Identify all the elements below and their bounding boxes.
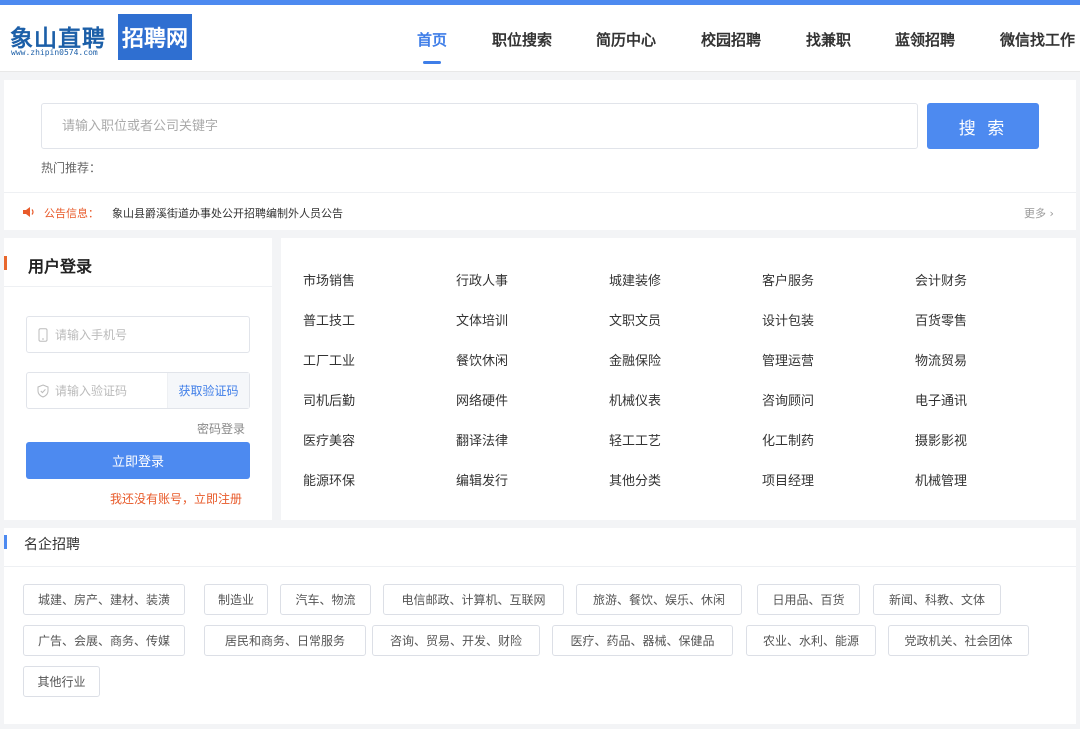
nav-part-time[interactable]: 找兼职: [806, 29, 851, 50]
login-button[interactable]: 立即登录: [26, 442, 250, 479]
code-input[interactable]: [55, 373, 185, 408]
logo-url: www.zhipin0574.com: [11, 48, 98, 57]
industry-tag[interactable]: 医疗、药品、器械、保健品: [552, 625, 733, 656]
shield-icon: [37, 384, 49, 398]
job-category-item[interactable]: 咨询顾问: [762, 390, 814, 409]
search-button[interactable]: 搜 索: [927, 103, 1039, 149]
job-category-item[interactable]: 城建装修: [609, 270, 661, 289]
job-category-item[interactable]: 项目经理: [762, 470, 814, 489]
company-section: 名企招聘 城建、房产、建材、装潢 制造业 汽车、物流 电信邮政、计算机、互联网 旅游、餐…: [4, 528, 1076, 724]
industry-tag[interactable]: 党政机关、社会团体: [888, 625, 1029, 656]
job-category-item[interactable]: 医疗美容: [303, 430, 355, 449]
industry-tag[interactable]: 农业、水利、能源: [746, 625, 876, 656]
industry-tag[interactable]: 制造业: [204, 584, 268, 615]
nav-wechat-jobs[interactable]: 微信找工作: [1000, 29, 1075, 50]
job-category-item[interactable]: 金融保险: [609, 350, 661, 369]
job-category-item[interactable]: 普工技工: [303, 310, 355, 329]
job-category-panel: 市场销售 行政人事 城建装修 客户服务 会计财务普工技工 文体培训 文职文员 设计包装 百货零售…: [281, 238, 1076, 520]
job-category-item[interactable]: 市场销售: [303, 270, 355, 289]
hot-recommend-label: 热门推荐：: [41, 161, 102, 175]
password-login-link[interactable]: 密码登录: [197, 420, 245, 437]
job-category-item[interactable]: 行政人事: [456, 270, 508, 289]
job-category-item[interactable]: 物流贸易: [915, 350, 967, 369]
search-input[interactable]: [41, 103, 918, 149]
job-category-item[interactable]: 其他分类: [609, 470, 661, 489]
get-code-button[interactable]: 获取验证码: [167, 373, 249, 408]
job-category-item[interactable]: 能源环保: [303, 470, 355, 489]
job-category-item[interactable]: 设计包装: [762, 310, 814, 329]
job-category-item[interactable]: 管理运营: [762, 350, 814, 369]
job-category-item[interactable]: 化工制药: [762, 430, 814, 449]
site-header: 象山直聘 www.zhipin0574.com 招聘网 首页 职位搜索 简历中心…: [0, 5, 1080, 72]
industry-tag[interactable]: 旅游、餐饮、娱乐、休闲: [576, 584, 742, 615]
job-category-item[interactable]: 百货零售: [915, 310, 967, 329]
job-category-item[interactable]: 摄影影视: [915, 430, 967, 449]
job-category-item[interactable]: 客户服务: [762, 270, 814, 289]
job-category-item[interactable]: 文职文员: [609, 310, 661, 329]
job-category-item[interactable]: 机械仪表: [609, 390, 661, 409]
phone-field[interactable]: [26, 316, 250, 353]
phone-input[interactable]: [55, 317, 185, 352]
login-title: 用户登录: [28, 257, 93, 276]
job-category-item[interactable]: 翻译法律: [456, 430, 508, 449]
nav-resume-center[interactable]: 简历中心: [596, 29, 656, 50]
industry-tag[interactable]: 新闻、科教、文体: [873, 584, 1001, 615]
job-category-item[interactable]: 编辑发行: [456, 470, 508, 489]
phone-icon: [38, 328, 48, 342]
more-link[interactable]: 更多 ›: [1024, 205, 1054, 221]
login-panel: 用户登录 获取验证码 密码登录 立即登录 我还没有账号，立即注册: [4, 238, 272, 520]
nav-active-indicator: [423, 61, 441, 64]
logo-box: 招聘网: [118, 14, 192, 60]
industry-tag[interactable]: 居民和商务、日常服务: [204, 625, 366, 656]
site-logo[interactable]: 象山直聘 www.zhipin0574.com 招聘网: [10, 14, 192, 62]
job-category-item[interactable]: 电子通讯: [915, 390, 967, 409]
job-category-item[interactable]: 餐饮休闲: [456, 350, 508, 369]
job-category-item[interactable]: 工厂工业: [303, 350, 355, 369]
nav-blue-collar[interactable]: 蓝领招聘: [895, 29, 955, 50]
industry-tag[interactable]: 广告、会展、商务、传媒: [23, 625, 185, 656]
nav-job-search[interactable]: 职位搜索: [492, 29, 552, 50]
company-title: 名企招聘: [24, 537, 80, 553]
search-divider: [4, 192, 1076, 193]
job-category-item[interactable]: 网络硬件: [456, 390, 508, 409]
industry-tag[interactable]: 汽车、物流: [280, 584, 371, 615]
register-link[interactable]: 我还没有账号，立即注册: [110, 490, 242, 507]
notice-link[interactable]: 象山县爵溪街道办事处公开招聘编制外人员公告: [112, 205, 343, 221]
company-divider: [4, 566, 1076, 567]
nav-home[interactable]: 首页: [417, 29, 447, 50]
search-panel: 搜 索 热门推荐： 公告信息： 象山县爵溪街道办事处公开招聘编制外人员公告 更多…: [4, 80, 1076, 230]
job-category-item[interactable]: 司机后勤: [303, 390, 355, 409]
industry-tag[interactable]: 城建、房产、建材、装潢: [23, 584, 185, 615]
industry-tag[interactable]: 电信邮政、计算机、互联网: [383, 584, 564, 615]
job-category-item[interactable]: 机械管理: [915, 470, 967, 489]
job-category-item[interactable]: 轻工工艺: [609, 430, 661, 449]
nav-campus[interactable]: 校园招聘: [701, 29, 761, 50]
industry-tag[interactable]: 日用品、百货: [757, 584, 860, 615]
job-category-item[interactable]: 会计财务: [915, 270, 967, 289]
login-divider: [4, 286, 272, 287]
job-category-item[interactable]: 文体培训: [456, 310, 508, 329]
speaker-icon: [23, 207, 34, 217]
company-title-accent: [4, 535, 7, 549]
code-field[interactable]: 获取验证码: [26, 372, 250, 409]
industry-tag[interactable]: 咨询、贸易、开发、财险: [372, 625, 540, 656]
industry-tag[interactable]: 其他行业: [23, 666, 100, 697]
login-title-accent: [4, 256, 7, 270]
notice-label: 公告信息：: [44, 207, 99, 220]
